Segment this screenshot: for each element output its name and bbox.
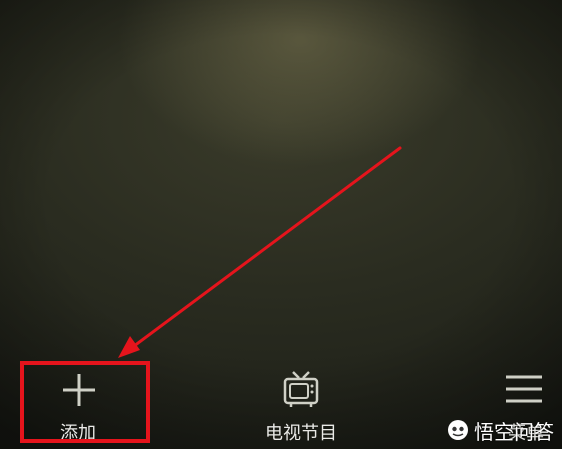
watermark-text: 悟空问答	[474, 419, 554, 444]
tv-shows-button[interactable]: 电视节目	[245, 355, 355, 449]
annotation-highlight-box	[20, 361, 150, 443]
menu-icon	[506, 375, 542, 403]
tv-icon	[283, 371, 319, 407]
tv-shows-button-label: 电视节目	[265, 423, 337, 443]
wukong-logo-icon	[448, 420, 468, 440]
watermark: 悟空问答	[446, 416, 554, 444]
